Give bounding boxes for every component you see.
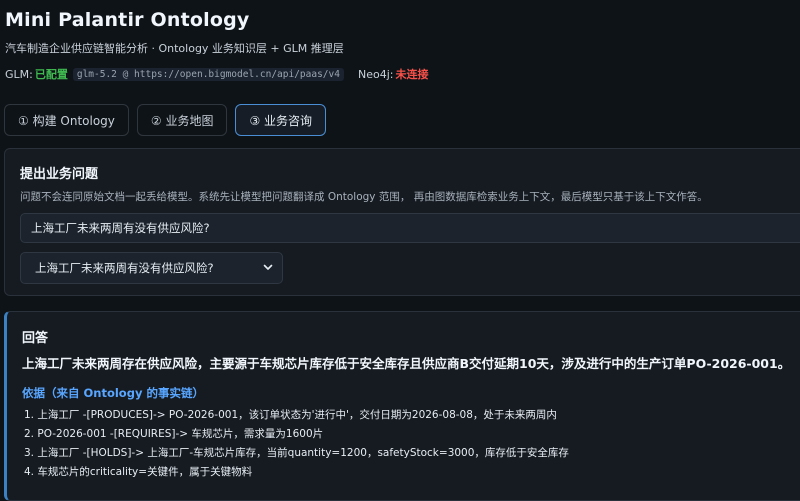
glm-label: GLM: <box>5 67 33 81</box>
answer-title: 回答 <box>22 331 49 346</box>
answer-panel: 回答 上海工厂未来两周存在供应风险，主要源于车规芯片库存低于安全库存且供应商B交… <box>4 311 800 501</box>
preset-question-value: 上海工厂未来两周有没有供应风险? <box>35 261 214 275</box>
app-title: Mini Palantir Ontology <box>5 9 250 31</box>
glm-endpoint: glm-5.2 @ https://open.bigmodel.cn/api/p… <box>72 67 344 81</box>
question-input[interactable]: 上海工厂未来两周有没有供应风险? <box>20 213 800 243</box>
tab-build-ontology[interactable]: ① 构建 Ontology <box>4 104 129 136</box>
evidence-item: 1. 上海工厂 -[PRODUCES]-> PO-2026-001，该订单状态为… <box>24 409 557 421</box>
tab-business-consult[interactable]: ③ 业务咨询 <box>235 104 327 136</box>
tab-business-map[interactable]: ② 业务地图 <box>136 104 228 136</box>
neo4j-label: Neo4j: <box>357 67 394 81</box>
evidence-list: 1. 上海工厂 -[PRODUCES]-> PO-2026-001，该订单状态为… <box>24 406 569 482</box>
app-subtitle: 汽车制造企业供应链智能分析 · Ontology 业务知识层 + GLM 推理层 <box>5 42 344 55</box>
evidence-item: 2. PO-2026-001 -[REQUIRES]-> 车规芯片，需求量为16… <box>24 428 324 440</box>
evidence-title: 依据（来自 Ontology 的事实链） <box>22 386 204 400</box>
evidence-item: 3. 上海工厂 -[HOLDS]-> 上海工厂-车规芯片库存，当前quantit… <box>24 447 569 459</box>
question-panel-description: 问题不会连同原始文档一起丢给模型。系统先让模型把问题翻译成 Ontology 范… <box>20 191 708 203</box>
question-panel-title: 提出业务问题 <box>20 167 99 182</box>
answer-summary: 上海工厂未来两周存在供应风险，主要源于车规芯片库存低于安全库存且供应商B交付延期… <box>22 356 791 371</box>
question-panel: 提出业务问题 问题不会连同原始文档一起丢给模型。系统先让模型把问题翻译成 Ont… <box>4 148 800 296</box>
preset-question-select[interactable]: 上海工厂未来两周有没有供应风险? <box>20 252 283 284</box>
status-row: GLM: 已配置 glm-5.2 @ https://open.bigmodel… <box>5 66 428 82</box>
chevron-down-icon <box>263 264 273 270</box>
glm-status-badge: 已配置 <box>34 68 68 81</box>
evidence-item: 4. 车规芯片的criticality=关键件，属于关键物料 <box>24 466 253 478</box>
tab-bar: ① 构建 Ontology ② 业务地图 ③ 业务咨询 <box>4 104 327 136</box>
neo4j-status-badge: 未连接 <box>395 68 429 81</box>
